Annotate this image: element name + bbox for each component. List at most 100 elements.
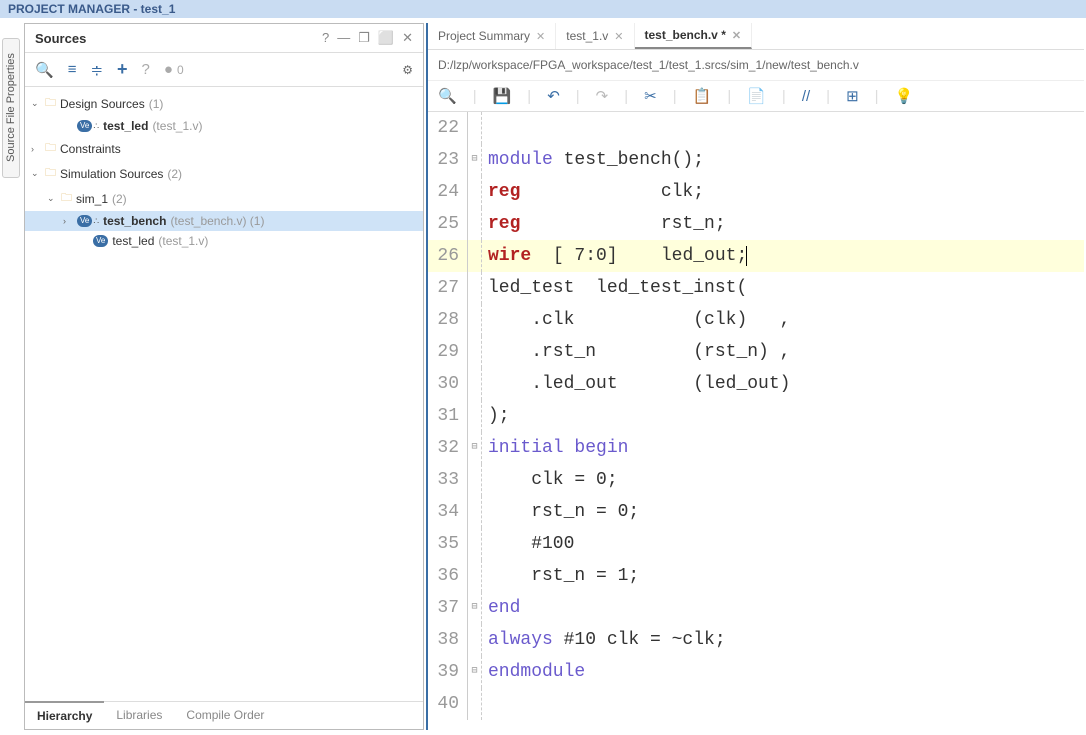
close-icon[interactable]: ✕ bbox=[614, 30, 623, 43]
code-line[interactable]: 34 rst_n = 0; bbox=[428, 496, 1084, 528]
help-icon[interactable]: ? bbox=[322, 30, 329, 46]
code-editor[interactable]: 22 23⊟module test_bench();24reg clk;25re… bbox=[428, 112, 1084, 730]
code-line[interactable]: 30 .led_out (led_out) bbox=[428, 368, 1084, 400]
code-line[interactable]: 36 rst_n = 1; bbox=[428, 560, 1084, 592]
cut-icon[interactable]: ✂ bbox=[644, 87, 657, 105]
column-icon[interactable]: ⊞ bbox=[846, 87, 859, 105]
line-number: 33 bbox=[428, 464, 468, 496]
code-text[interactable]: .clk (clk) , bbox=[482, 304, 790, 336]
code-text[interactable]: always #10 clk = ~clk; bbox=[482, 624, 726, 656]
code-line[interactable]: 31); bbox=[428, 400, 1084, 432]
copy-icon[interactable]: 📋 bbox=[693, 87, 712, 105]
code-line[interactable]: 39⊟endmodule bbox=[428, 656, 1084, 688]
close-icon[interactable]: ✕ bbox=[732, 29, 741, 42]
code-line[interactable]: 35 #100 bbox=[428, 528, 1084, 560]
tree-test-led-sim[interactable]: Ve test_led (test_1.v) bbox=[25, 231, 423, 251]
code-line[interactable]: 27led_test led_test_inst( bbox=[428, 272, 1084, 304]
search-icon[interactable]: 🔍 bbox=[35, 61, 54, 79]
bulb-icon[interactable]: 💡 bbox=[895, 87, 914, 105]
code-line[interactable]: 26 wire [ 7:0] led_out; bbox=[428, 240, 1084, 272]
tree-test-bench[interactable]: › Ve∴ test_bench (test_bench.v) (1) bbox=[25, 211, 423, 231]
chevron-right-icon[interactable]: › bbox=[31, 144, 41, 154]
close-icon[interactable]: ✕ bbox=[536, 30, 545, 43]
tree-label: Constraints bbox=[60, 142, 121, 156]
restore-icon[interactable]: ❐ bbox=[358, 30, 370, 46]
tree-design-sources[interactable]: ⌄ 🗀 Design Sources (1) bbox=[25, 91, 423, 116]
code-line[interactable]: 38always #10 clk = ~clk; bbox=[428, 624, 1084, 656]
code-text[interactable] bbox=[482, 112, 499, 144]
sources-toolbar: 🔍 ≡ ≑ + ? ● 0 ⚙ bbox=[25, 53, 423, 87]
tab-compile-order[interactable]: Compile Order bbox=[174, 702, 276, 729]
tab-test1[interactable]: test_1.v ✕ bbox=[556, 23, 634, 49]
fold-icon bbox=[468, 336, 482, 368]
tree-test-led[interactable]: Ve∴ test_led (test_1.v) bbox=[25, 116, 423, 136]
tab-libraries[interactable]: Libraries bbox=[104, 702, 174, 729]
code-text[interactable]: led_test led_test_inst( bbox=[482, 272, 747, 304]
fold-icon[interactable]: ⊟ bbox=[468, 656, 482, 688]
redo-icon[interactable]: ↷ bbox=[596, 87, 609, 105]
code-text[interactable]: .rst_n (rst_n) , bbox=[482, 336, 790, 368]
comment-icon[interactable]: // bbox=[802, 88, 810, 105]
code-line[interactable]: 28 .clk (clk) , bbox=[428, 304, 1084, 336]
add-icon[interactable]: + bbox=[117, 59, 128, 80]
code-line[interactable]: 25reg rst_n; bbox=[428, 208, 1084, 240]
code-text[interactable]: reg clk; bbox=[482, 176, 704, 208]
line-number: 29 bbox=[428, 336, 468, 368]
code-text[interactable]: module test_bench(); bbox=[482, 144, 704, 176]
line-number: 30 bbox=[428, 368, 468, 400]
code-text[interactable]: .led_out (led_out) bbox=[482, 368, 790, 400]
chevron-down-icon[interactable]: ⌄ bbox=[31, 98, 41, 109]
chevron-right-icon[interactable]: › bbox=[63, 216, 73, 226]
tree-sim1[interactable]: ⌄ 🗀 sim_1 (2) bbox=[25, 186, 423, 211]
code-text[interactable]: clk = 0; bbox=[482, 464, 618, 496]
tab-hierarchy[interactable]: Hierarchy bbox=[25, 701, 104, 729]
code-text[interactable]: ); bbox=[482, 400, 510, 432]
code-text[interactable]: reg rst_n; bbox=[482, 208, 726, 240]
fold-icon bbox=[468, 176, 482, 208]
code-line[interactable]: 37⊟end bbox=[428, 592, 1084, 624]
code-text[interactable]: initial begin bbox=[482, 432, 628, 464]
source-properties-tab[interactable]: Source File Properties bbox=[2, 38, 20, 178]
code-text[interactable]: endmodule bbox=[482, 656, 585, 688]
chevron-down-icon[interactable]: ⌄ bbox=[31, 168, 41, 179]
code-text[interactable]: end bbox=[482, 592, 520, 624]
code-line[interactable]: 32⊟initial begin bbox=[428, 432, 1084, 464]
fold-icon bbox=[468, 496, 482, 528]
line-number: 28 bbox=[428, 304, 468, 336]
line-number: 26 bbox=[428, 240, 468, 272]
save-icon[interactable]: 💾 bbox=[493, 87, 512, 105]
tree-constraints[interactable]: › 🗀 Constraints bbox=[25, 136, 423, 161]
tab-project-summary[interactable]: Project Summary ✕ bbox=[428, 23, 556, 49]
tree-label: test_led bbox=[112, 234, 154, 248]
separator: | bbox=[727, 88, 731, 105]
info-icon[interactable]: ? bbox=[142, 61, 150, 78]
fold-icon[interactable]: ⊟ bbox=[468, 592, 482, 624]
code-text[interactable]: rst_n = 1; bbox=[482, 560, 639, 592]
maximize-icon[interactable]: ⬜ bbox=[378, 30, 394, 46]
settings-icon[interactable]: ⚙ bbox=[402, 63, 413, 77]
line-number: 22 bbox=[428, 112, 468, 144]
fold-icon[interactable]: ⊟ bbox=[468, 432, 482, 464]
collapse-icon[interactable]: ≡ bbox=[68, 61, 77, 78]
undo-icon[interactable]: ↶ bbox=[547, 87, 560, 105]
code-line[interactable]: 24reg clk; bbox=[428, 176, 1084, 208]
expand-icon[interactable]: ≑ bbox=[90, 61, 103, 79]
code-line[interactable]: 40 bbox=[428, 688, 1084, 720]
close-icon[interactable]: ✕ bbox=[402, 30, 413, 46]
code-text[interactable]: #100 bbox=[482, 528, 574, 560]
fold-icon[interactable]: ⊟ bbox=[468, 144, 482, 176]
code-line[interactable]: 22 bbox=[428, 112, 1084, 144]
code-text[interactable]: rst_n = 0; bbox=[482, 496, 639, 528]
code-text[interactable]: wire [ 7:0] led_out; bbox=[482, 240, 747, 272]
chevron-down-icon[interactable]: ⌄ bbox=[47, 193, 57, 204]
code-text[interactable] bbox=[482, 688, 499, 720]
tab-test-bench[interactable]: test_bench.v * ✕ bbox=[635, 23, 753, 49]
code-line[interactable]: 23⊟module test_bench(); bbox=[428, 144, 1084, 176]
tree-sim-sources[interactable]: ⌄ 🗀 Simulation Sources (2) bbox=[25, 161, 423, 186]
minimize-icon[interactable]: — bbox=[337, 30, 350, 46]
search-icon[interactable]: 🔍 bbox=[438, 87, 457, 105]
code-line[interactable]: 29 .rst_n (rst_n) , bbox=[428, 336, 1084, 368]
sources-panel: Sources ? — ❐ ⬜ ✕ 🔍 ≡ ≑ + ? ● 0 ⚙ ⌄ 🗀 bbox=[24, 23, 424, 730]
paste-icon[interactable]: 📄 bbox=[747, 87, 766, 105]
code-line[interactable]: 33 clk = 0; bbox=[428, 464, 1084, 496]
